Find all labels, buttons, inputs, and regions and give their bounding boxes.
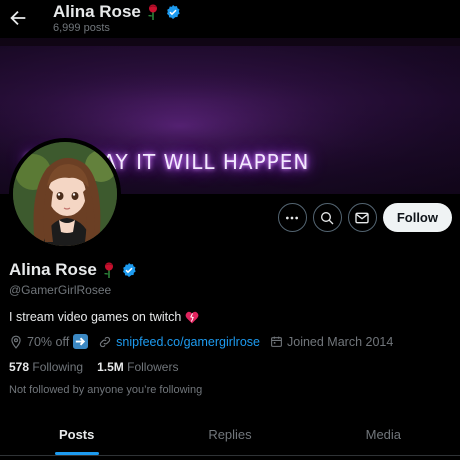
header-post-count: 6,999 posts	[53, 22, 110, 34]
profile-name: Alina Rose	[9, 260, 137, 280]
avatar-image	[13, 142, 117, 246]
follow-button[interactable]: Follow	[382, 203, 452, 232]
verified-badge-icon[interactable]	[121, 262, 137, 278]
rose-emoji-icon	[147, 4, 157, 20]
back-arrow-icon[interactable]	[7, 7, 29, 29]
follow-counts: 578 Following 1.5M Followers	[9, 360, 178, 374]
tab-media[interactable]: Media	[307, 414, 460, 455]
joined-item: Joined March 2014	[270, 335, 393, 349]
profile-bio: I stream video games on twitch	[9, 310, 199, 324]
more-icon	[286, 216, 299, 219]
joined-text: Joined March 2014	[287, 334, 394, 349]
search-profile-button[interactable]	[312, 203, 342, 232]
profile-meta: 70% off snipfeed.co/gamergirlrose Joined…	[9, 334, 393, 349]
not-followed-notice: Not followed by anyone you’re following	[9, 384, 203, 396]
profile-display-name: Alina Rose	[9, 260, 97, 279]
location-pin-icon	[11, 335, 21, 349]
tab-posts[interactable]: Posts	[0, 414, 153, 455]
followers-count: 1.5M	[97, 360, 124, 374]
envelope-icon	[355, 212, 369, 223]
profile-actions: Follow	[277, 203, 452, 232]
following-count: 578	[9, 360, 30, 374]
more-options-button[interactable]	[277, 203, 307, 232]
link-icon	[100, 336, 111, 347]
following-label: Following	[32, 360, 84, 374]
profile-handle: @GamerGirlRosee	[9, 283, 112, 297]
tab-replies[interactable]: Replies	[153, 414, 306, 455]
website-link[interactable]: snipfeed.co/gamergirlrose	[116, 335, 260, 349]
followers-label: Followers	[127, 360, 179, 374]
search-icon	[321, 211, 334, 224]
followers-link[interactable]: 1.5M Followers	[97, 360, 178, 374]
verified-badge-icon	[166, 5, 180, 19]
arrow-right-emoji-icon	[73, 334, 89, 349]
location-text: 70% off	[27, 334, 70, 349]
rose-emoji-icon	[103, 262, 113, 278]
profile-tabs: Posts Replies Media	[0, 414, 460, 456]
calendar-icon	[271, 336, 282, 347]
website-item[interactable]: snipfeed.co/gamergirlrose	[98, 335, 260, 349]
header-name: Alina Rose	[53, 2, 141, 21]
header-title: Alina Rose	[53, 2, 181, 22]
location-item: 70% off	[9, 334, 89, 349]
heart-emoji-icon	[185, 311, 199, 323]
bio-text: I stream video games on twitch	[9, 310, 182, 324]
message-button[interactable]	[347, 203, 377, 232]
top-bar: Alina Rose 6,999 posts	[0, 0, 460, 40]
avatar[interactable]	[9, 138, 121, 250]
following-link[interactable]: 578 Following	[9, 360, 83, 374]
